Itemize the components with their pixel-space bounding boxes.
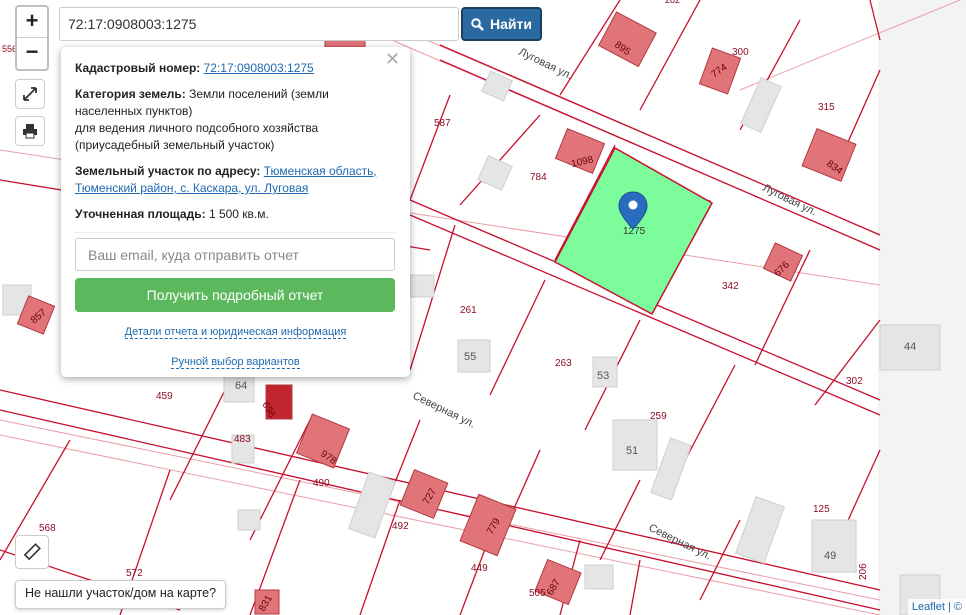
parcel-number: 315 [818, 102, 835, 113]
ruler-button[interactable] [15, 535, 49, 569]
leaflet-link[interactable]: Leaflet [912, 601, 945, 613]
ruler-icon [23, 543, 41, 561]
area-row: Уточненная площадь: 1 500 кв.м. [75, 206, 396, 223]
parcel-info-popup: ✕ Кадастровый номер: 72:17:0908003:1275 … [61, 47, 410, 377]
manual-link-row: Ручной выбор вариантов [75, 354, 396, 371]
parcel-number: 587 [434, 118, 451, 129]
email-field[interactable] [75, 238, 395, 271]
find-button[interactable]: Найти [461, 7, 542, 41]
parcel-number: 490 [313, 478, 330, 489]
printer-icon [23, 124, 37, 139]
parcel-number: 784 [530, 172, 547, 183]
search-icon [471, 17, 484, 31]
parcel-number: 449 [471, 563, 488, 574]
parcel-number: 302 [846, 376, 863, 387]
land-category-row: Категория земель: Земли поселений (земли… [75, 86, 396, 154]
address-row: Земельный участок по адресу: Тюменская о… [75, 163, 396, 197]
fullscreen-button[interactable] [15, 79, 45, 109]
house-number: 53 [597, 370, 609, 382]
cadastral-number-row: Кадастровый номер: 72:17:0908003:1275 [75, 60, 396, 77]
expand-icon [23, 87, 37, 101]
category-value: для ведения личного подсобного хозяйства [75, 121, 319, 135]
parcel-number: 568 [39, 523, 56, 534]
house-number: 55 [464, 351, 476, 363]
zoom-in-button[interactable]: + [17, 7, 47, 37]
parcel-number: 261 [460, 305, 477, 316]
parcel-number: 259 [650, 411, 667, 422]
cadastral-number-link[interactable]: 72:17:0908003:1275 [204, 61, 314, 75]
parcel-number: 483 [234, 434, 251, 445]
category-value: Земли поселений (земли [189, 87, 329, 101]
find-button-label: Найти [490, 16, 532, 32]
area-value: 1 500 кв.м. [208, 207, 269, 221]
details-link-row: Детали отчета и юридическая информация [75, 324, 396, 341]
house-number: 64 [235, 380, 247, 392]
parcel-number: 572 [126, 568, 143, 579]
parcel-number: 342 [722, 281, 739, 292]
area-label: Уточненная площадь: [75, 207, 206, 221]
parcel-number: 125 [813, 504, 830, 515]
cadastral-label: Кадастровый номер: [75, 61, 201, 75]
house-number: 49 [824, 550, 836, 562]
print-button[interactable] [15, 116, 45, 146]
attribution-separator: | © [944, 601, 962, 613]
parcel-number: 492 [392, 521, 409, 532]
not-found-button[interactable]: Не нашли участок/дом на карте? [15, 580, 227, 609]
zoom-control: + − [15, 5, 49, 71]
manual-selection-link[interactable]: Ручной выбор вариантов [171, 356, 300, 369]
parcel-number: 505 [529, 588, 546, 599]
close-icon[interactable]: ✕ [385, 50, 400, 68]
cadastral-search-input[interactable] [59, 7, 459, 41]
address-label: Земельный участок по адресу: [75, 164, 261, 178]
house-number: 44 [904, 341, 916, 353]
address-link[interactable]: Тюменская область, [264, 164, 377, 178]
category-value: населенных пунктов) [75, 104, 193, 118]
parcel-number: 459 [156, 391, 173, 402]
get-report-button[interactable]: Получить подробный отчет [75, 278, 395, 312]
category-value: (приусадебный земельный участок) [75, 138, 275, 152]
parcel-number: 206 [858, 563, 869, 580]
zoom-out-button[interactable]: − [17, 37, 47, 68]
map-attribution: Leaflet | © [907, 599, 966, 615]
edge-label: 282 [665, 0, 680, 5]
house-number: 51 [626, 445, 638, 457]
report-details-link[interactable]: Детали отчета и юридическая информация [124, 326, 347, 339]
address-link[interactable]: Тюменский район, с. Каскара, ул. Луговая [75, 181, 308, 195]
parcel-number: 300 [732, 47, 749, 58]
category-label: Категория земель: [75, 87, 186, 101]
parcel-number: 263 [555, 358, 572, 369]
